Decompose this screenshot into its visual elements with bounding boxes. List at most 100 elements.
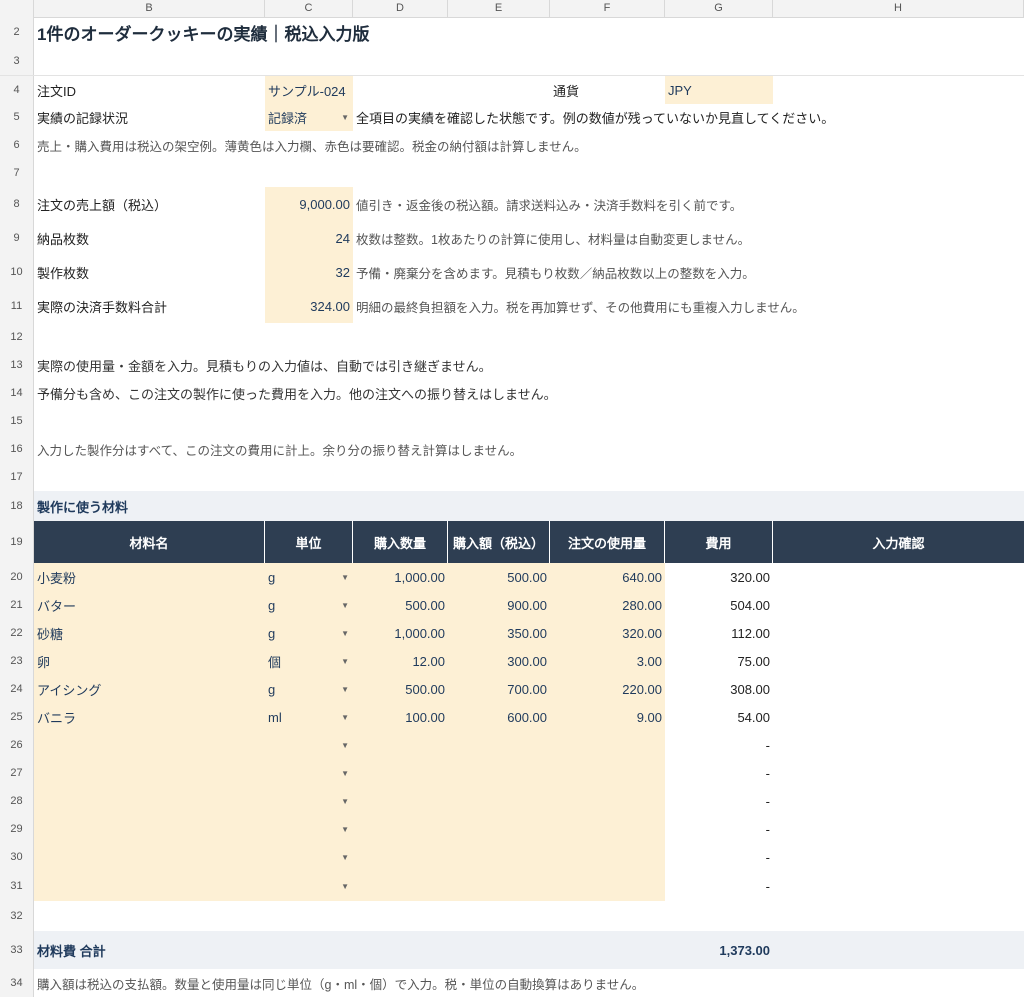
unit-dropdown[interactable]: g ▼	[265, 563, 353, 591]
row-number[interactable]: 12	[0, 323, 34, 351]
row-number[interactable]: 32	[0, 901, 34, 931]
unit-dropdown[interactable]: ▼	[265, 731, 353, 759]
qty-input[interactable]: 500.00	[353, 675, 448, 703]
unit-dropdown[interactable]: g ▼	[265, 675, 353, 703]
col-header-c[interactable]: C	[265, 0, 353, 17]
price-input[interactable]: 700.00	[448, 675, 550, 703]
price-input[interactable]	[448, 843, 550, 871]
unit-dropdown[interactable]: ▼	[265, 815, 353, 843]
col-header-h[interactable]: H	[773, 0, 1024, 17]
row-number[interactable]: 3	[0, 47, 34, 75]
qty-input[interactable]: 500.00	[353, 591, 448, 619]
price-input[interactable]: 300.00	[448, 647, 550, 675]
qty-input[interactable]: 1,000.00	[353, 563, 448, 591]
qty-input[interactable]	[353, 871, 448, 901]
corner-cell[interactable]	[0, 0, 34, 17]
unit-dropdown[interactable]: ▼	[265, 871, 353, 901]
unit-dropdown[interactable]: ▼	[265, 787, 353, 815]
order-id-input[interactable]: サンプル-024	[265, 76, 353, 104]
use-input[interactable]: 320.00	[550, 619, 665, 647]
price-input[interactable]	[448, 787, 550, 815]
row-number[interactable]: 14	[0, 379, 34, 407]
row-number[interactable]: 9	[0, 221, 34, 255]
row-number[interactable]: 15	[0, 407, 34, 435]
col-header-e[interactable]: E	[448, 0, 550, 17]
use-input[interactable]: 3.00	[550, 647, 665, 675]
qty-input[interactable]	[353, 787, 448, 815]
price-input[interactable]	[448, 871, 550, 901]
row-number[interactable]: 28	[0, 787, 34, 815]
unit-dropdown[interactable]: ▼	[265, 759, 353, 787]
unit-dropdown[interactable]: g ▼	[265, 591, 353, 619]
use-input[interactable]: 640.00	[550, 563, 665, 591]
chevron-down-icon[interactable]: ▼	[341, 601, 349, 610]
col-header-f[interactable]: F	[550, 0, 665, 17]
price-input[interactable]: 350.00	[448, 619, 550, 647]
col-header-b[interactable]: B	[34, 0, 265, 17]
row-number[interactable]: 31	[0, 871, 34, 901]
price-input[interactable]: 900.00	[448, 591, 550, 619]
chevron-down-icon[interactable]: ▼	[341, 825, 349, 834]
row-number[interactable]: 19	[0, 521, 34, 563]
row-number[interactable]: 2	[0, 17, 34, 47]
material-name-input[interactable]	[34, 787, 265, 815]
chevron-down-icon[interactable]: ▼	[341, 882, 349, 891]
qty-input[interactable]: 100.00	[353, 703, 448, 731]
price-input[interactable]	[448, 759, 550, 787]
row-number[interactable]: 6	[0, 131, 34, 159]
currency-input[interactable]: JPY	[665, 76, 773, 104]
use-input[interactable]: 9.00	[550, 703, 665, 731]
col-header-d[interactable]: D	[353, 0, 448, 17]
metric-input[interactable]: 9,000.00	[265, 187, 353, 221]
use-input[interactable]	[550, 787, 665, 815]
metric-input[interactable]: 32	[265, 255, 353, 289]
use-input[interactable]	[550, 815, 665, 843]
row-number[interactable]: 33	[0, 931, 34, 969]
chevron-down-icon[interactable]: ▼	[341, 741, 349, 750]
col-header-g[interactable]: G	[665, 0, 773, 17]
material-name-input[interactable]: バター	[34, 591, 265, 619]
chevron-down-icon[interactable]: ▼	[341, 853, 349, 862]
row-number[interactable]: 5	[0, 103, 34, 131]
material-name-input[interactable]: アイシング	[34, 675, 265, 703]
price-input[interactable]: 500.00	[448, 563, 550, 591]
material-name-input[interactable]	[34, 731, 265, 759]
row-number[interactable]: 26	[0, 731, 34, 759]
row-number[interactable]: 8	[0, 187, 34, 221]
material-name-input[interactable]: 卵	[34, 647, 265, 675]
material-name-input[interactable]: 砂糖	[34, 619, 265, 647]
material-name-input[interactable]	[34, 815, 265, 843]
use-input[interactable]: 220.00	[550, 675, 665, 703]
material-name-input[interactable]	[34, 843, 265, 871]
chevron-down-icon[interactable]: ▼	[341, 657, 349, 666]
unit-dropdown[interactable]: ml ▼	[265, 703, 353, 731]
status-dropdown[interactable]: 記録済 ▼	[265, 103, 353, 131]
metric-input[interactable]: 324.00	[265, 289, 353, 323]
material-name-input[interactable]	[34, 871, 265, 901]
chevron-down-icon[interactable]: ▼	[341, 573, 349, 582]
row-number[interactable]: 34	[0, 969, 34, 997]
material-name-input[interactable]: バニラ	[34, 703, 265, 731]
price-input[interactable]	[448, 815, 550, 843]
qty-input[interactable]: 12.00	[353, 647, 448, 675]
use-input[interactable]: 280.00	[550, 591, 665, 619]
chevron-down-icon[interactable]: ▼	[341, 713, 349, 722]
row-number[interactable]: 20	[0, 563, 34, 591]
row-number[interactable]: 27	[0, 759, 34, 787]
chevron-down-icon[interactable]: ▼	[341, 797, 349, 806]
row-number[interactable]: 30	[0, 843, 34, 871]
use-input[interactable]	[550, 843, 665, 871]
row-number[interactable]: 10	[0, 255, 34, 289]
row-number[interactable]: 7	[0, 159, 34, 187]
row-number[interactable]: 29	[0, 815, 34, 843]
unit-dropdown[interactable]: ▼	[265, 843, 353, 871]
chevron-down-icon[interactable]: ▼	[341, 685, 349, 694]
use-input[interactable]	[550, 731, 665, 759]
price-input[interactable]: 600.00	[448, 703, 550, 731]
material-name-input[interactable]	[34, 759, 265, 787]
row-number[interactable]: 17	[0, 463, 34, 491]
qty-input[interactable]	[353, 731, 448, 759]
price-input[interactable]	[448, 731, 550, 759]
chevron-down-icon[interactable]: ▼	[341, 769, 349, 778]
qty-input[interactable]	[353, 843, 448, 871]
